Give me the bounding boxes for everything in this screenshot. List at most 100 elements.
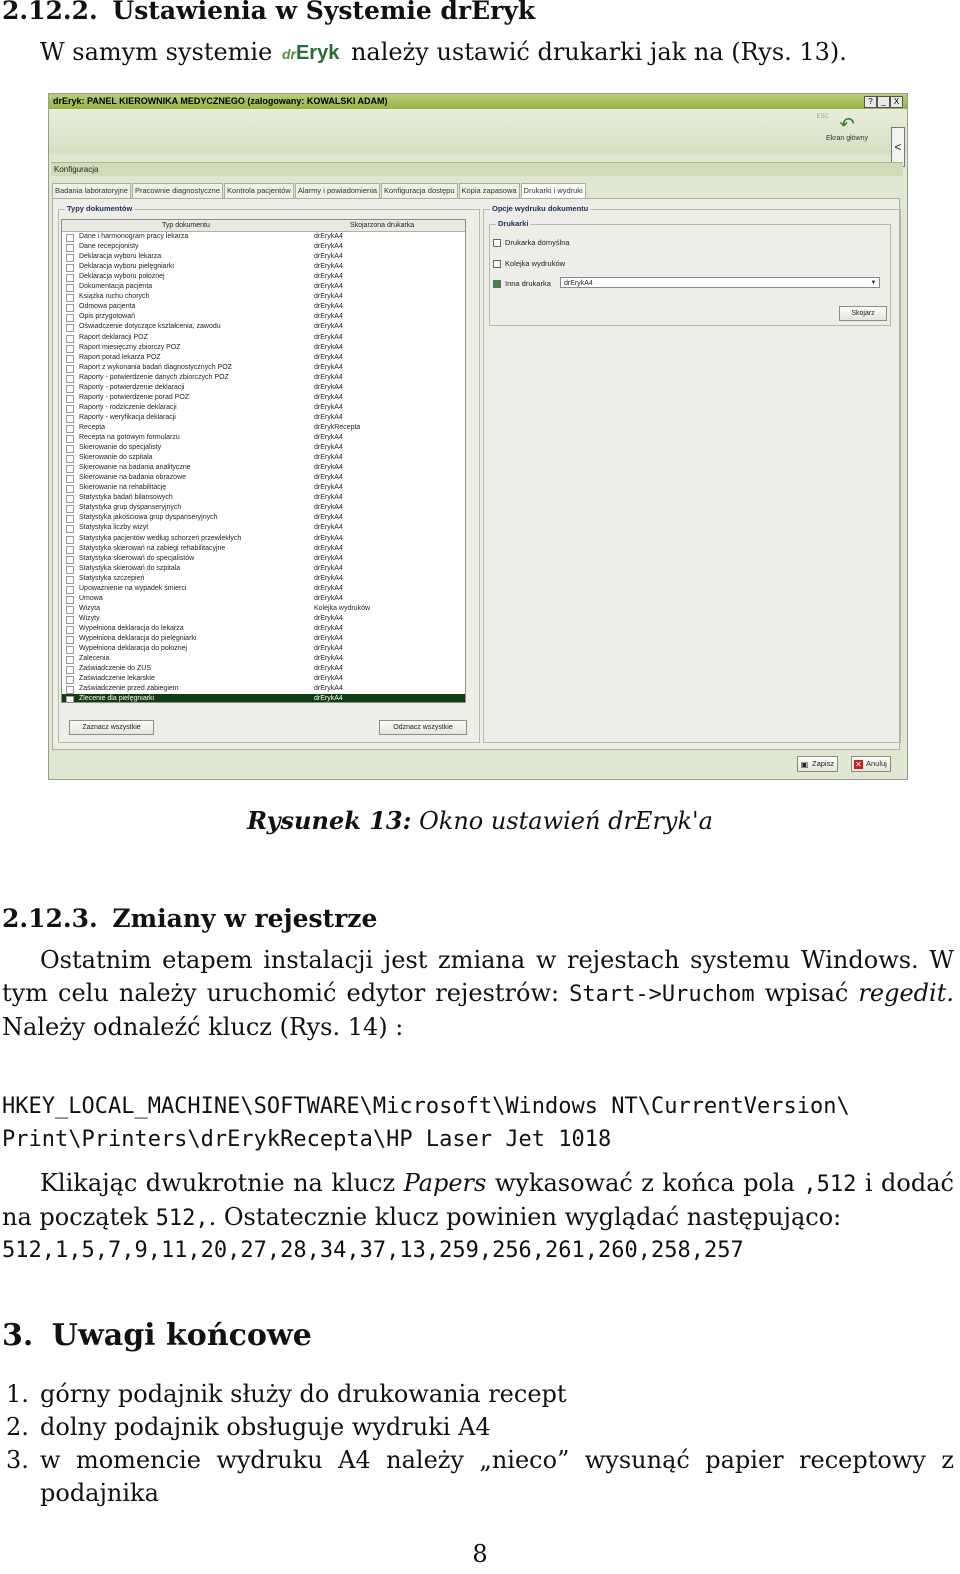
cancel-button[interactable]: ✕ Anuluj (851, 756, 891, 772)
row-checkbox[interactable] (66, 354, 74, 363)
row-checkbox[interactable] (66, 394, 74, 403)
table-row[interactable]: Statystyka szczepień drErykA4 (62, 574, 465, 584)
other-printer-select[interactable]: drErykA4 ▼ (560, 277, 880, 288)
row-checkbox[interactable] (66, 495, 74, 504)
row-checkbox[interactable] (66, 344, 74, 353)
table-row[interactable]: Statystyka liczby wizyt drErykA4 (62, 523, 465, 534)
deselect-all-button[interactable]: Odznacz wszystkie (379, 720, 467, 735)
table-row[interactable]: Zaświadczenie przed zabiegiem drErykA4 (62, 684, 465, 695)
tab-lab-tests[interactable]: Badania laboratoryjne (52, 183, 131, 198)
row-checkbox[interactable] (66, 585, 74, 594)
table-row[interactable]: Skierowanie na badania analityczne drEryk… (62, 463, 465, 474)
table-row[interactable]: Książka ruchu chorych drErykA4 (62, 292, 465, 303)
row-checkbox[interactable] (66, 575, 74, 584)
row-checkbox[interactable] (66, 525, 74, 534)
row-checkbox[interactable] (66, 254, 74, 263)
option-other-printer[interactable]: Inna drukarka (493, 279, 551, 289)
table-row[interactable]: Zaświadczenie lekarskie drErykA4 (62, 674, 465, 685)
row-checkbox[interactable] (66, 545, 74, 554)
table-row[interactable]: Raporty - weryfikacja deklaracji drErykA4 (62, 413, 465, 423)
table-row[interactable]: Statystyka skierowań do szpitala drErykA4 (62, 564, 465, 574)
tab-access-config[interactable]: Konfiguracja dostępu (381, 183, 458, 198)
table-row[interactable]: Deklaracja wyboru położnej drErykA4 (62, 272, 465, 283)
row-checkbox[interactable] (66, 625, 74, 634)
table-row[interactable]: Wizyty drErykA4 (62, 614, 465, 624)
table-row[interactable]: Opis przygotowań drErykA4 (62, 312, 465, 323)
row-checkbox[interactable] (66, 535, 74, 544)
row-checkbox[interactable] (66, 334, 74, 343)
table-row[interactable]: Odmowa pacjenta drErykA4 (62, 302, 465, 313)
table-row[interactable]: Wypełniona deklaracja do lekarza drErykA4 (62, 624, 465, 634)
row-checkbox[interactable] (66, 294, 74, 303)
table-row[interactable]: Oświadczenie dotyczące kształcenia, zawo… (62, 322, 465, 333)
row-checkbox[interactable] (66, 696, 74, 702)
tab-printers[interactable]: Drukarki i wydruki (520, 183, 586, 198)
row-checkbox[interactable] (66, 636, 74, 644)
table-row[interactable]: Recepta na gotowym formularzu drErykA4 (62, 433, 465, 443)
row-checkbox[interactable] (66, 565, 74, 574)
table-row[interactable]: Skierowanie na badania obrazowe drErykA4 (62, 473, 465, 484)
table-row[interactable]: Statystyka pacjentów według schorzeń prz… (62, 534, 465, 544)
select-all-button[interactable]: Zaznacz wszystkie (69, 720, 154, 735)
table-row[interactable]: Raport deklaracji POZ drErykA4 (62, 333, 465, 343)
table-row[interactable]: Raport z wykonania badań diagnostycznych… (62, 363, 465, 373)
row-checkbox[interactable] (66, 404, 74, 413)
table-row[interactable]: Deklaracja wyboru lekarza drErykA4 (62, 252, 465, 263)
option-default-printer[interactable]: Drukarka domyślna (493, 238, 570, 248)
table-row[interactable]: Raporty - potwierdzenie danych zbiorczyc… (62, 373, 465, 383)
home-screen-button[interactable]: ↶ Ekran główny (817, 113, 877, 153)
row-checkbox[interactable] (66, 304, 74, 313)
row-checkbox[interactable] (66, 615, 74, 624)
row-checkbox[interactable] (66, 455, 74, 464)
tab-patient-control[interactable]: Kontrola pacjentów (224, 183, 294, 198)
tab-backup[interactable]: Kopia zapasowa (458, 183, 520, 198)
table-row[interactable]: Statystyka jakościowa grup dyspanseryjny… (62, 513, 465, 524)
table-row[interactable]: Statystyka grup dyspanseryjnych drErykA4 (62, 503, 465, 514)
row-checkbox[interactable] (66, 384, 74, 393)
table-row[interactable]: Skierowanie do specjalisty drErykA4 (62, 443, 465, 454)
table-row[interactable]: Dane i harmonogram pracy lekarza drErykA4 (62, 232, 465, 242)
table-row[interactable]: Recepta drErykRecepta (62, 423, 465, 433)
table-row[interactable]: Zaświadczenie do ZUS drErykA4 (62, 664, 465, 675)
row-checkbox[interactable] (66, 676, 74, 685)
table-row[interactable]: Raporty - rodziczenie deklaracji drErykA4 (62, 403, 465, 413)
row-checkbox[interactable] (66, 374, 74, 383)
minimize-button[interactable]: _ (877, 96, 890, 108)
tab-diagnostic-labs[interactable]: Pracownie diagnostyczne (131, 183, 224, 198)
row-checkbox[interactable] (66, 234, 74, 242)
other-printer-radio[interactable] (493, 280, 501, 289)
row-checkbox[interactable] (66, 435, 74, 443)
row-checkbox[interactable] (66, 274, 74, 283)
row-checkbox[interactable] (66, 244, 74, 253)
row-checkbox[interactable] (66, 605, 74, 614)
row-checkbox[interactable] (66, 485, 74, 494)
row-checkbox[interactable] (66, 475, 74, 484)
table-row[interactable]: Raport miesięczny zbiorczy POZ drErykA4 (62, 343, 465, 353)
row-checkbox[interactable] (66, 686, 74, 695)
table-row[interactable]: Upoważnienie na wypadek śmierci drErykA4 (62, 584, 465, 594)
row-checkbox[interactable] (66, 555, 74, 564)
associate-button[interactable]: Skojarz (839, 306, 887, 321)
table-row[interactable]: Dokumentacja pacjenta drErykA4 (62, 282, 465, 293)
row-checkbox[interactable] (66, 284, 74, 293)
table-row[interactable]: Skierowanie na rehabilitację drErykA4 (62, 483, 465, 494)
row-checkbox[interactable] (66, 465, 74, 474)
table-row[interactable]: Raporty - potwierdzenie deklaracji drEryk… (62, 383, 465, 393)
close-button[interactable]: X (890, 96, 903, 108)
document-types-list[interactable]: Typ dokumentu Skojarzona drukarka Dane i… (61, 219, 466, 703)
row-checkbox[interactable] (66, 364, 74, 373)
col-doc-header[interactable]: Typ dokumentu (162, 220, 210, 231)
row-checkbox[interactable] (66, 445, 74, 454)
table-row[interactable]: Deklaracja wyboru pielęgniarki drErykA4 (62, 262, 465, 273)
table-row[interactable]: Umowa drErykA4 (62, 594, 465, 604)
print-queue-radio[interactable] (493, 260, 501, 269)
table-row[interactable]: Zlecenie dla pielęgniarki drErykA4 (62, 694, 465, 702)
table-row[interactable]: Wypełniona deklaracja do pielęgniarki drE… (62, 634, 465, 644)
option-print-queue[interactable]: Kolejka wydruków (493, 259, 565, 269)
row-checkbox[interactable] (66, 424, 74, 433)
row-checkbox[interactable] (66, 595, 74, 604)
row-checkbox[interactable] (66, 666, 74, 675)
default-printer-radio[interactable] (493, 239, 501, 248)
row-checkbox[interactable] (66, 656, 74, 665)
table-row[interactable]: Raporty - potwierdzenie porad POZ drErykA… (62, 393, 465, 403)
